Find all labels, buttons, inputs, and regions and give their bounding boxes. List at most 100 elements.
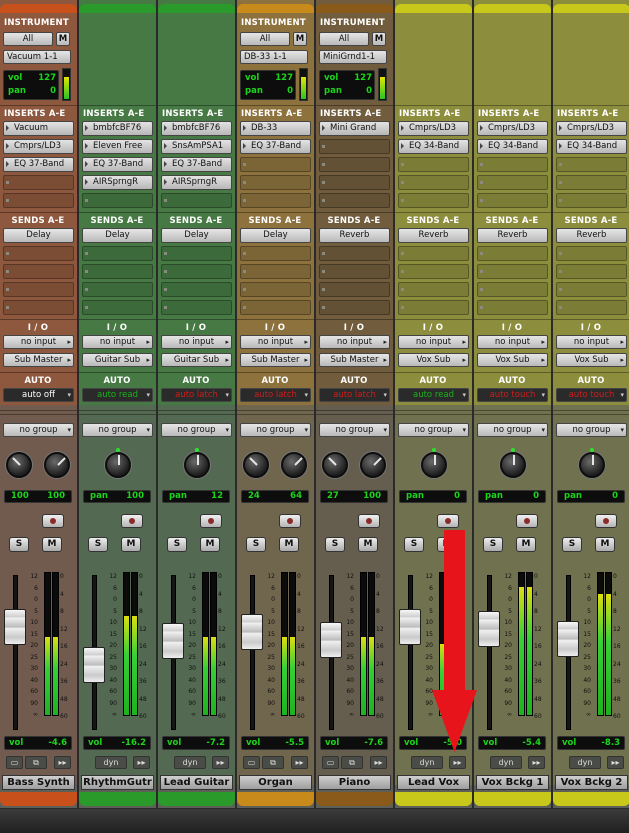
pan-knob[interactable]: [184, 448, 210, 478]
mute-button[interactable]: M: [200, 537, 220, 552]
mute-button[interactable]: M: [121, 537, 141, 552]
insert-slot[interactable]: Eleven Free: [82, 139, 153, 154]
send-slot-empty[interactable]: [556, 282, 627, 297]
insert-slot[interactable]: AIRSprngR: [161, 175, 232, 190]
track-color-bar-top[interactable]: [474, 4, 551, 13]
send-slot-empty[interactable]: [240, 264, 311, 279]
send-slot[interactable]: Delay: [82, 228, 153, 243]
send-slot-empty[interactable]: [82, 282, 153, 297]
instrument-mute-button[interactable]: M: [56, 32, 70, 46]
send-slot-empty[interactable]: [82, 264, 153, 279]
track-name[interactable]: Organ: [239, 775, 312, 790]
send-slot-empty[interactable]: [556, 246, 627, 261]
send-slot-empty[interactable]: [240, 246, 311, 261]
send-slot[interactable]: Reverb: [477, 228, 548, 243]
instrument-input-select[interactable]: All: [3, 32, 53, 46]
instrument-mute-button[interactable]: M: [372, 32, 386, 46]
mute-button[interactable]: M: [279, 537, 299, 552]
send-slot-empty[interactable]: [319, 264, 390, 279]
automation-mode-select[interactable]: auto touch ▾: [556, 388, 627, 402]
automation-mode-select[interactable]: auto touch ▾: [477, 388, 548, 402]
volume-fader[interactable]: [83, 646, 105, 683]
output-selector[interactable]: Vox Sub ▸: [556, 353, 627, 367]
insert-slot-empty[interactable]: [240, 175, 311, 190]
track-color-bar-top[interactable]: [553, 4, 629, 13]
send-slot-empty[interactable]: [477, 246, 548, 261]
pan-knob[interactable]: [500, 448, 526, 478]
insert-slot[interactable]: bmbfcBF76: [82, 121, 153, 136]
automation-mode-select[interactable]: auto off ▾: [3, 388, 74, 402]
track-color-bar-bottom[interactable]: [79, 792, 156, 806]
dyn-button[interactable]: dyn: [95, 756, 127, 769]
pan-knob-left[interactable]: [243, 452, 269, 478]
insert-slot-empty[interactable]: [398, 175, 469, 190]
send-slot-empty[interactable]: [556, 264, 627, 279]
send-slot-empty[interactable]: [3, 246, 74, 261]
automation-mode-select[interactable]: auto read ▾: [82, 388, 153, 402]
output-selector[interactable]: Sub Master ▸: [240, 353, 311, 367]
input-selector[interactable]: no input ▸: [319, 335, 390, 349]
insert-slot[interactable]: bmbfcBF76: [161, 121, 232, 136]
send-slot-empty[interactable]: [161, 300, 232, 315]
group-select[interactable]: no group ▾: [240, 423, 311, 437]
output-selector[interactable]: Sub Master ▸: [319, 353, 390, 367]
track-color-bar-bottom[interactable]: [158, 792, 235, 806]
insert-slot[interactable]: Cmprs/LD3: [3, 139, 74, 154]
output-selector[interactable]: Vox Sub ▸: [477, 353, 548, 367]
insert-slot-empty[interactable]: [240, 193, 311, 208]
input-selector[interactable]: no input ▸: [477, 335, 548, 349]
automation-mode-select[interactable]: auto latch ▾: [240, 388, 311, 402]
insert-slot-empty[interactable]: [556, 193, 627, 208]
volume-fader[interactable]: [162, 623, 184, 660]
track-name[interactable]: Lead Vox: [397, 775, 470, 790]
volume-fader[interactable]: [478, 611, 500, 648]
bottom-scroll-bar[interactable]: [0, 809, 629, 833]
output-selector[interactable]: Guitar Sub ▸: [82, 353, 153, 367]
record-enable-button[interactable]: [516, 514, 538, 528]
mute-button[interactable]: M: [42, 537, 62, 552]
send-slot-empty[interactable]: [477, 282, 548, 297]
track-color-bar-bottom[interactable]: [395, 792, 472, 806]
insert-slot[interactable]: Cmprs/LD3: [398, 121, 469, 136]
volume-fader[interactable]: [4, 608, 26, 645]
group-select[interactable]: no group ▾: [556, 423, 627, 437]
send-slot-empty[interactable]: [319, 282, 390, 297]
send-slot-empty[interactable]: [240, 300, 311, 315]
insert-slot-empty[interactable]: [477, 157, 548, 172]
mute-button[interactable]: M: [358, 537, 378, 552]
send-slot-empty[interactable]: [398, 246, 469, 261]
insert-slot-empty[interactable]: [556, 157, 627, 172]
automation-mode-select[interactable]: auto read ▾: [398, 388, 469, 402]
volume-fader[interactable]: [241, 614, 263, 650]
instrument-plugin-select[interactable]: MiniGrnd1-1: [319, 50, 387, 64]
insert-slot-empty[interactable]: [240, 157, 311, 172]
send-slot-empty[interactable]: [161, 282, 232, 297]
send-slot-empty[interactable]: [82, 246, 153, 261]
track-color-bar-bottom[interactable]: [474, 792, 551, 806]
send-slot-empty[interactable]: [319, 246, 390, 261]
send-slot[interactable]: Reverb: [319, 228, 390, 243]
insert-slot-empty[interactable]: [477, 193, 548, 208]
send-slot-empty[interactable]: [3, 300, 74, 315]
insert-slot[interactable]: Vacuum: [3, 121, 74, 136]
dyn-button[interactable]: dyn: [490, 756, 522, 769]
insert-slot-empty[interactable]: [556, 175, 627, 190]
instrument-input-select[interactable]: All: [319, 32, 369, 46]
send-slot-empty[interactable]: [3, 282, 74, 297]
instrument-mute-button[interactable]: M: [293, 32, 307, 46]
record-enable-button[interactable]: [437, 514, 459, 528]
output-window-icon[interactable]: ⧉: [262, 756, 284, 769]
track-name[interactable]: Bass Synth: [2, 775, 75, 790]
expand-icon[interactable]: ▸▸: [528, 756, 545, 769]
mute-button[interactable]: M: [595, 537, 615, 552]
volume-fader[interactable]: [557, 620, 579, 657]
insert-slot[interactable]: EQ 34-Band: [477, 139, 548, 154]
output-selector[interactable]: Guitar Sub ▸: [161, 353, 232, 367]
insert-slot[interactable]: Mini Grand: [319, 121, 390, 136]
pan-knob-right[interactable]: [44, 452, 70, 478]
send-slot-empty[interactable]: [477, 264, 548, 279]
solo-button[interactable]: S: [404, 537, 424, 552]
group-select[interactable]: no group ▾: [398, 423, 469, 437]
insert-slot-empty[interactable]: [161, 193, 232, 208]
insert-slot[interactable]: EQ 34-Band: [398, 139, 469, 154]
